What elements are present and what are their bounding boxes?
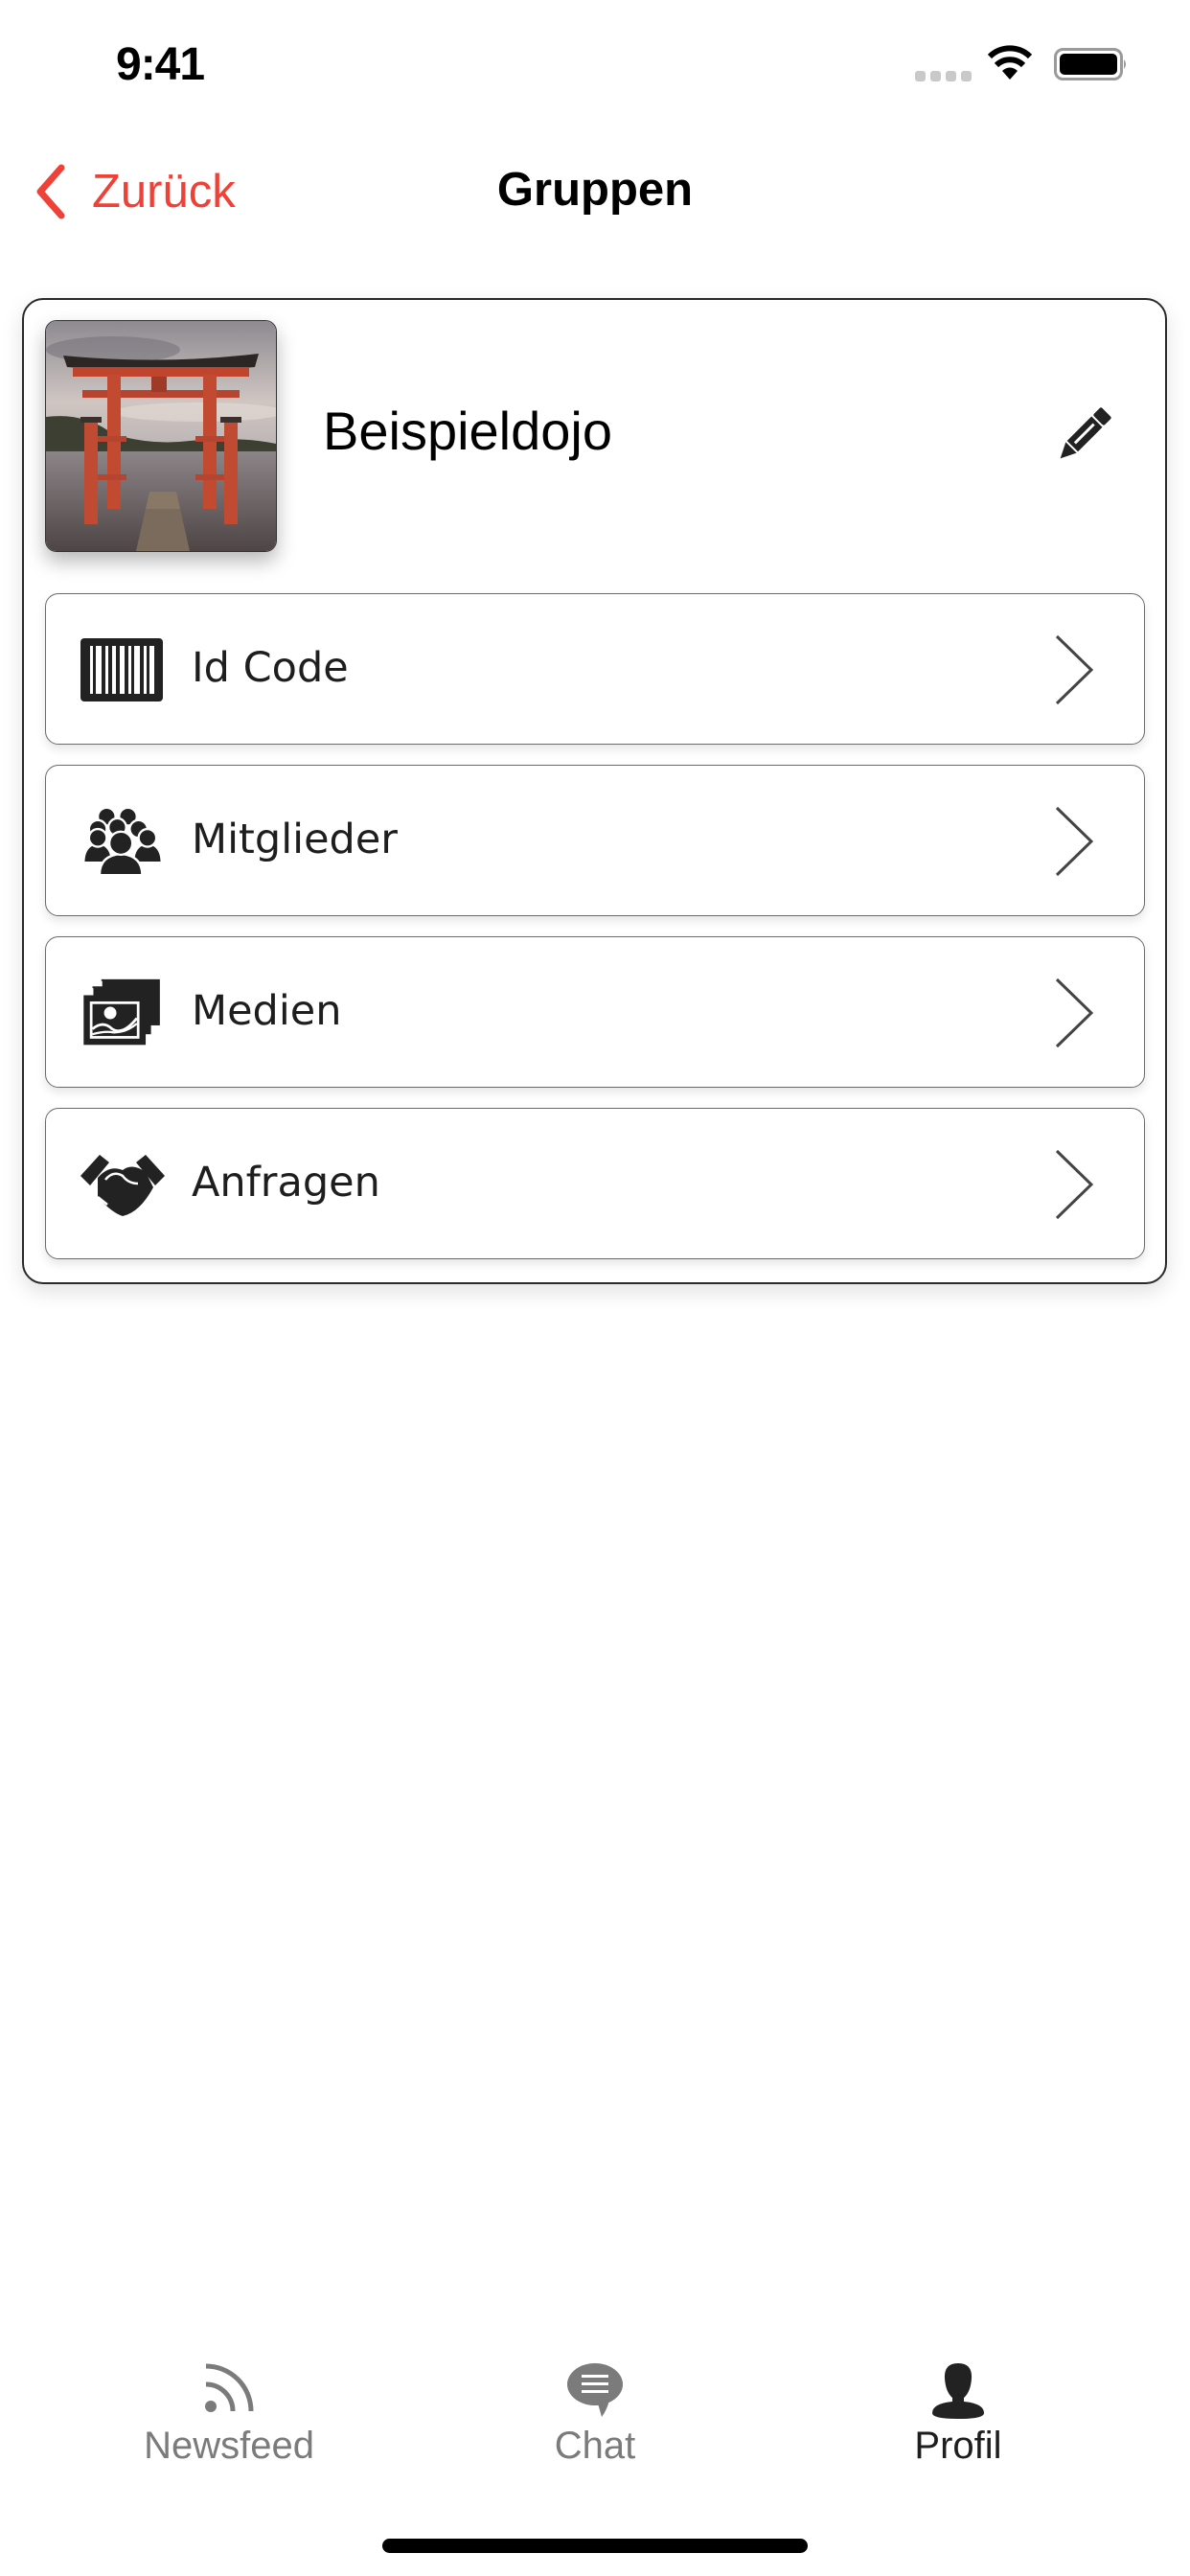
group-card: Beispieldojo Id Code Mitglieder Medien A… bbox=[22, 298, 1167, 1284]
navigation-bar: Zurück Gruppen bbox=[0, 134, 1190, 249]
battery-icon bbox=[1054, 48, 1126, 80]
chevron-right-icon bbox=[1055, 978, 1093, 1048]
wifi-icon bbox=[988, 45, 1032, 80]
tab-bar: Newsfeed Chat Profil bbox=[0, 2329, 1190, 2492]
chevron-right-icon bbox=[1055, 806, 1093, 877]
menu-item-mitglieder[interactable]: Mitglieder bbox=[45, 765, 1145, 916]
pencil-icon[interactable] bbox=[1051, 404, 1114, 468]
menu-item-label: Anfragen bbox=[192, 1159, 380, 1207]
chevron-right-icon bbox=[1055, 1149, 1093, 1220]
tab-newsfeed[interactable]: Newsfeed bbox=[85, 2329, 373, 2482]
status-time: 9:41 bbox=[116, 39, 205, 90]
handshake-icon bbox=[80, 1155, 165, 1216]
barcode-icon bbox=[80, 638, 163, 702]
menu-list: Id Code Mitglieder Medien Anfragen bbox=[45, 593, 1145, 1279]
chevron-right-icon bbox=[1055, 634, 1093, 705]
menu-item-label: Mitglieder bbox=[192, 816, 398, 863]
page-title: Gruppen bbox=[496, 164, 694, 216]
home-indicator[interactable] bbox=[382, 2539, 808, 2553]
media-gallery-icon bbox=[83, 978, 160, 1046]
person-icon bbox=[932, 2363, 984, 2419]
tab-label: Newsfeed bbox=[144, 2425, 314, 2467]
menu-item-label: Id Code bbox=[192, 644, 349, 692]
group-name: Beispieldojo bbox=[323, 401, 612, 461]
tab-label: Profil bbox=[914, 2425, 1002, 2467]
rss-feed-icon bbox=[205, 2363, 254, 2412]
tab-label: Chat bbox=[554, 2425, 636, 2467]
menu-item-label: Medien bbox=[192, 987, 342, 1035]
tab-profil[interactable]: Profil bbox=[814, 2329, 1102, 2482]
chat-bubble-icon bbox=[567, 2363, 623, 2417]
torii-gate-photo bbox=[46, 321, 276, 551]
group-image[interactable] bbox=[45, 320, 277, 552]
status-bar: 9:41 bbox=[0, 0, 1190, 125]
menu-item-id-code[interactable]: Id Code bbox=[45, 593, 1145, 745]
menu-item-anfragen[interactable]: Anfragen bbox=[45, 1108, 1145, 1259]
tab-chat[interactable]: Chat bbox=[451, 2329, 739, 2482]
group-members-icon bbox=[82, 806, 163, 877]
signal-dots-icon bbox=[915, 71, 972, 81]
menu-item-medien[interactable]: Medien bbox=[45, 936, 1145, 1088]
